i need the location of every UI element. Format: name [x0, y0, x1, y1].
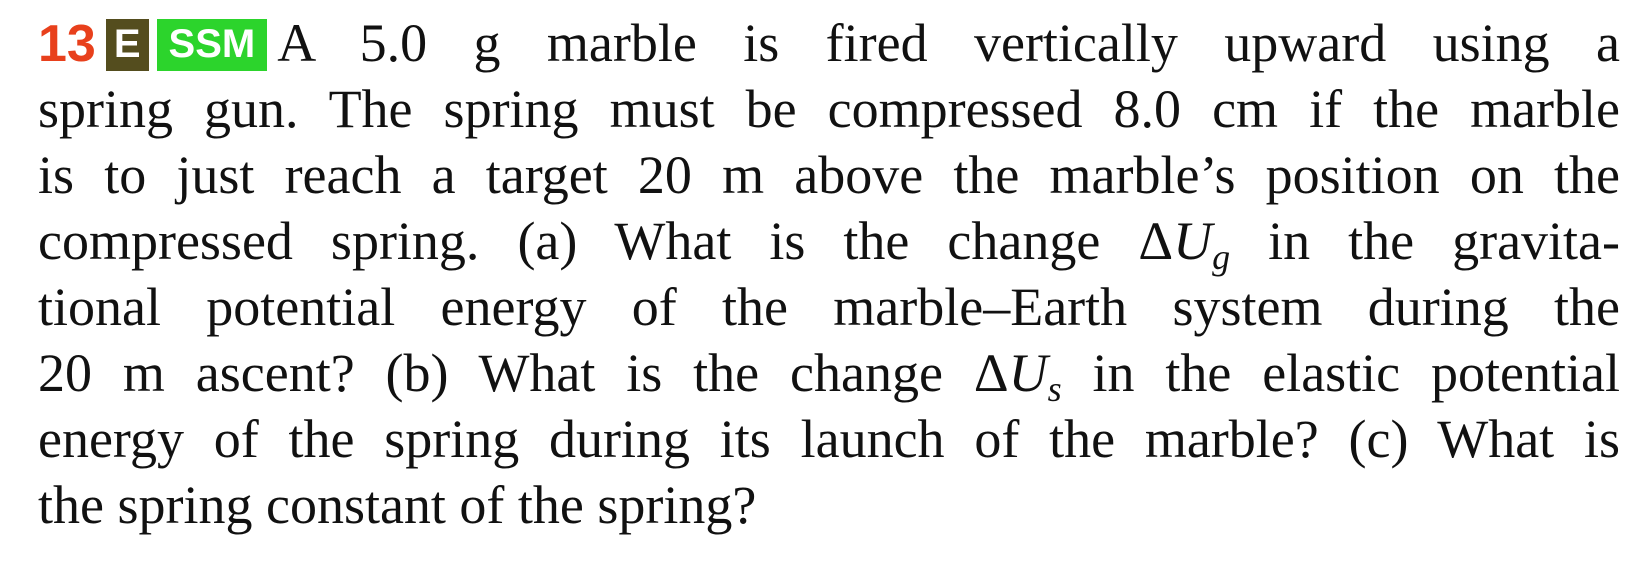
problem-text-line-6-start: 20 m ascent? (b) What is the change [38, 343, 974, 403]
potential-energy-variable: U [1008, 343, 1048, 403]
problem-text-line-4-end: in the gravita- [1230, 211, 1620, 271]
gravitational-subscript: g [1212, 237, 1231, 277]
problem-text-line-1: A 5.0 g marble is fired vertically upwar… [277, 13, 1620, 73]
problem-line-5: tional potential energy of the marble–Ea… [38, 277, 1620, 337]
problem-number: 13 [38, 15, 96, 73]
problem-text-line-4-start: compressed spring. (a) What is the chang… [38, 211, 1139, 271]
problem-line-7: energy of the spring during its launch o… [38, 409, 1620, 469]
problem-line-6: 20 m ascent? (b) What is the change ΔUs … [38, 340, 1620, 409]
problem-line-4: compressed spring. (a) What is the chang… [38, 208, 1620, 277]
spring-subscript: s [1047, 369, 1062, 409]
problem-line-3: is to just reach a target 20 m above the… [38, 145, 1620, 205]
delta-symbol: Δ [973, 343, 1009, 403]
ssm-badge: SSM [156, 19, 268, 71]
problem-text-line-6-end: in the elastic potential [1061, 343, 1620, 403]
problem-13: 13 E SSM A 5.0 g marble is fired vertically… [38, 10, 1620, 538]
problem-line-2: spring gun. The spring must be compresse… [38, 79, 1620, 139]
delta-symbol: Δ [1138, 211, 1174, 271]
easy-badge: E [105, 19, 149, 71]
problem-line-1: 13 E SSM A 5.0 g marble is fired vertically… [38, 10, 1620, 76]
problem-line-8: the spring constant of the spring? [38, 475, 757, 535]
potential-energy-variable: U [1173, 211, 1213, 271]
